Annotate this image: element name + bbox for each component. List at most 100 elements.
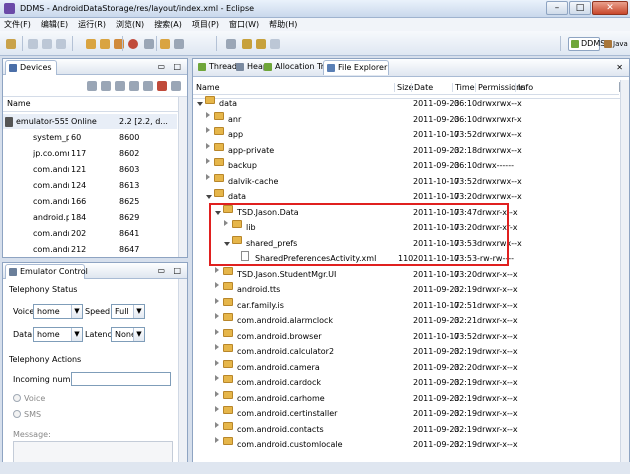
process-row[interactable]: com.andro 124 8613 [3,178,177,193]
open-type-icon[interactable] [86,39,96,49]
perspective-java[interactable]: Java [604,37,628,51]
file-explorer-scrollbar[interactable] [620,80,629,473]
next-annotation-icon[interactable] [242,39,252,49]
menu-search[interactable]: 搜索(A) [154,18,182,31]
data-select[interactable]: home ▼ [33,327,83,342]
menu-window[interactable]: 窗口(W) [229,18,259,31]
minimize-icon[interactable]: ▭ [157,266,165,275]
collapsed-arrow-icon[interactable] [215,344,219,350]
folder-row[interactable]: app 2011-10-17 03:52 drwxrwx--x [193,127,619,142]
expanded-arrow-icon[interactable] [206,195,212,199]
collapsed-arrow-icon[interactable] [215,437,219,443]
folder-row[interactable]: TSD.Jason.StudentMgr.UI 2011-10-17 03:20 dr… [193,266,619,282]
collapsed-arrow-icon[interactable] [215,375,219,381]
folder-row[interactable]: com.android.certinstaller 2011-09-23 02:19… [193,406,619,421]
menu-edit[interactable]: 编辑(E) [41,18,68,31]
edit-icon[interactable] [174,39,184,49]
save-icon[interactable] [28,39,38,49]
maximize-button[interactable]: □ [569,1,591,15]
menu-project[interactable]: 项目(P) [192,18,219,31]
perspective-ddms[interactable]: DDMS [568,37,605,51]
gc-icon[interactable] [129,81,139,91]
collapsed-arrow-icon[interactable] [215,266,219,273]
close-view-icon[interactable]: ✕ [616,63,623,72]
collapsed-arrow-icon[interactable] [215,328,219,335]
menu-run[interactable]: 运行(R) [78,18,106,31]
back-icon[interactable] [256,39,266,49]
process-row[interactable]: com.andro 166 8625 [3,194,177,209]
stop-icon[interactable] [157,81,167,91]
copy-icon[interactable] [56,39,66,49]
new-icon[interactable] [6,39,16,49]
folder-row[interactable]: com.android.alarmclock 2011-09-23 02:21 drw… [193,313,619,328]
collapsed-arrow-icon[interactable] [215,297,219,304]
speed-select[interactable]: Full ▼ [111,304,145,319]
col-time[interactable]: Time [452,83,475,92]
process-row[interactable]: com.andro 202 8641 [3,226,177,241]
collapsed-arrow-icon[interactable] [215,313,219,319]
debug-icon[interactable] [87,81,97,91]
sms-radio[interactable] [13,410,21,418]
tab-allocation-tracker[interactable]: Allocation Tracker [261,60,346,75]
process-row[interactable]: com.andro 212 8647 [3,242,177,257]
tab-threads[interactable]: Threads [195,60,241,75]
device-row[interactable]: emulator-5554 Online 2.2 [2.2, d... [3,114,177,129]
open-resource-icon[interactable] [100,39,110,49]
folder-row[interactable]: android.tts 2011-09-23 02:19 drwxr-x--x [193,282,619,297]
folder-row[interactable]: com.android.browser 2011-10-17 03:52 drwxr-… [193,328,619,344]
incoming-number-input[interactable] [71,372,171,386]
menu-navigate[interactable]: 浏览(N) [116,18,144,31]
process-row[interactable]: com.andro 121 8603 [3,162,177,177]
dropdown-icon[interactable] [144,39,154,49]
folder-row[interactable]: com.android.camera 2011-09-23 02:20 drwxr-x… [193,359,619,375]
folder-row[interactable]: backup 2011-09-23 06:10 drwx------ [193,158,619,173]
folder-row[interactable]: com.android.calculator2 2011-09-23 02:19 dr… [193,344,619,359]
run-icon[interactable] [128,39,138,49]
folder-row[interactable]: app-private 2011-09-23 02:18 drwxrwx--x [193,142,619,158]
collapsed-arrow-icon[interactable] [215,359,219,366]
folder-row[interactable]: com.android.carhome 2011-09-23 02:19 drwxr-… [193,390,619,406]
collapsed-arrow-icon[interactable] [215,406,219,412]
tab-file-explorer[interactable]: File Explorer [323,60,389,75]
col-info[interactable]: Info [515,83,533,92]
folder-row[interactable]: com.android.contacts 2011-09-23 02:19 drwxr… [193,421,619,437]
folder-row[interactable]: com.android.customlocale 2011-09-23 02:19 d… [193,437,619,452]
tab-heap[interactable]: Heap [233,60,268,75]
tab-emulator-control[interactable]: Emulator Control [5,264,88,279]
screen-capture-icon[interactable] [171,81,181,91]
collapsed-arrow-icon[interactable] [206,173,210,180]
threads-icon[interactable] [143,81,153,91]
devices-scrollbar[interactable] [178,97,187,257]
update-heap-icon[interactable] [101,81,111,91]
folder-row[interactable]: anr 2011-09-23 06:10 drwxrwxr-x [193,111,619,127]
collapsed-arrow-icon[interactable] [206,142,210,149]
folder-row[interactable]: data 2011-10-17 03:20 drwxrwx--x [193,189,619,204]
minimize-button[interactable]: – [546,1,568,15]
print-icon[interactable] [42,39,52,49]
col-name[interactable]: Name [196,83,220,92]
dump-hprof-icon[interactable] [115,81,125,91]
collapsed-arrow-icon[interactable] [215,282,219,288]
collapsed-arrow-icon[interactable] [215,421,219,428]
maximize-icon[interactable]: □ [173,266,181,275]
folder-row[interactable]: data 2011-09-23 06:10 drwxrwx--x [193,96,619,111]
process-row[interactable]: jp.co.omro 117 8602 [3,146,177,161]
close-button[interactable]: ✕ [592,1,628,15]
folder-row[interactable]: com.android.cardock 2011-09-23 02:19 drwxr-… [193,375,619,390]
forward-icon[interactable] [270,39,280,49]
minimize-icon[interactable]: ▭ [157,62,165,71]
search-icon[interactable] [160,39,170,49]
collapsed-arrow-icon[interactable] [206,127,210,133]
collapsed-arrow-icon[interactable] [206,158,210,164]
tab-devices[interactable]: Devices [5,60,57,75]
menu-file[interactable]: 文件(F) [4,18,31,31]
process-row[interactable]: android.pr 184 8629 [3,210,177,225]
collapsed-arrow-icon[interactable] [215,390,219,397]
col-date[interactable]: Date [411,83,433,92]
annotation-icon[interactable] [226,39,236,49]
latency-select[interactable]: None ▼ [111,327,145,342]
expanded-arrow-icon[interactable] [197,102,203,106]
voice-select[interactable]: home ▼ [33,304,83,319]
maximize-icon[interactable]: □ [173,62,181,71]
folder-row[interactable]: car.family.is 2011-10-17 02:51 drwxr-x--x [193,297,619,313]
